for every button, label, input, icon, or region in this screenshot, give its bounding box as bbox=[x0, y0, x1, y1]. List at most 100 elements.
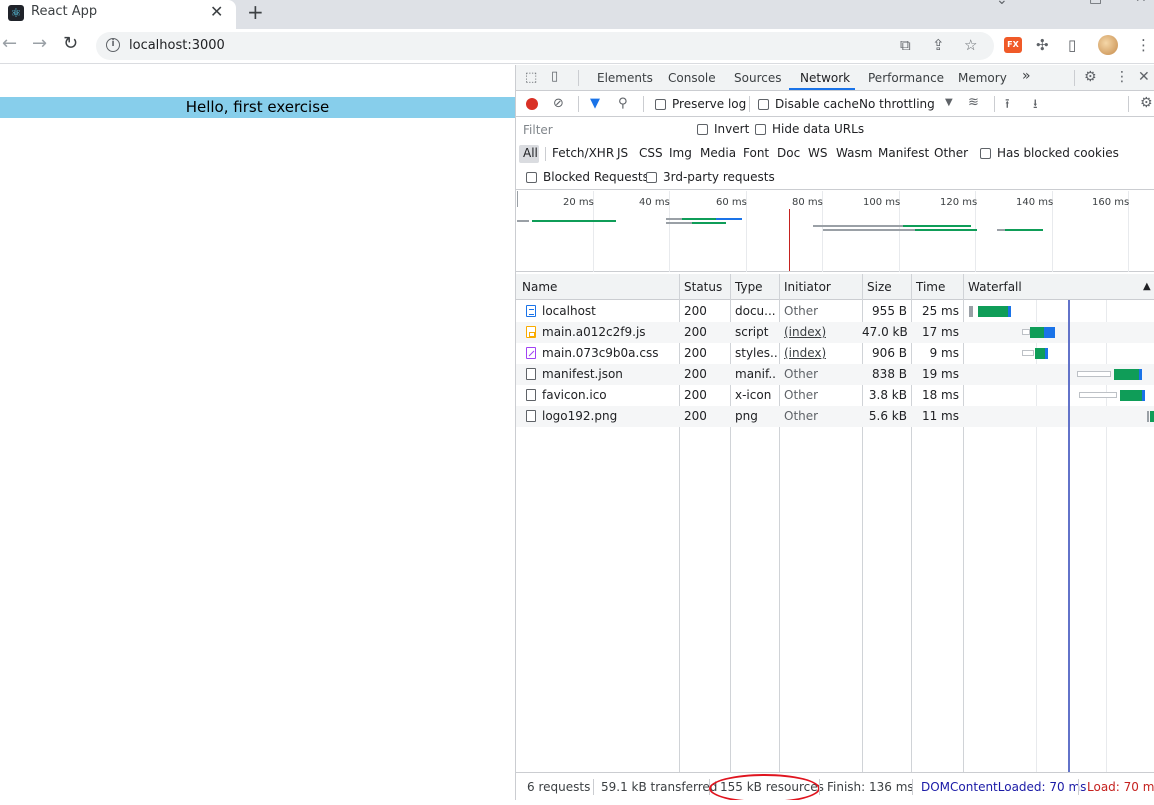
red-highlight-circle bbox=[709, 774, 820, 803]
filter-row: Filter Invert Hide data URLs bbox=[516, 118, 1154, 142]
maximize-icon[interactable]: □ bbox=[1089, 0, 1102, 6]
kebab-menu-icon[interactable]: ⋮ bbox=[1136, 36, 1151, 54]
network-settings-gear-icon[interactable]: ⚙ bbox=[1140, 95, 1153, 111]
tab-sources[interactable]: Sources bbox=[734, 71, 781, 85]
more-tabs-icon[interactable]: » bbox=[1022, 68, 1031, 84]
script-icon bbox=[526, 326, 536, 338]
domcontentloaded-time: DOMContentLoaded: 70 ms bbox=[921, 780, 1087, 794]
preserve-log-checkbox[interactable] bbox=[655, 99, 666, 110]
puzzle-icon[interactable]: ✣ bbox=[1036, 36, 1049, 54]
col-name[interactable]: Name bbox=[522, 280, 557, 294]
url-text[interactable]: localhost:3000 bbox=[129, 38, 225, 53]
cell-size: 5.6 kB bbox=[868, 409, 907, 423]
divider bbox=[912, 779, 913, 795]
type-media[interactable]: Media bbox=[700, 146, 736, 160]
cell-size: 955 B bbox=[872, 304, 907, 318]
third-party-checkbox[interactable] bbox=[646, 172, 657, 183]
tab-elements[interactable]: Elements bbox=[597, 71, 653, 85]
col-initiator[interactable]: Initiator bbox=[784, 280, 831, 294]
table-row[interactable]: logo192.png 200 png Other 5.6 kB 11 ms bbox=[516, 406, 1154, 427]
type-fetch-xhr[interactable]: Fetch/XHR bbox=[552, 146, 614, 160]
forward-arrow-icon[interactable]: → bbox=[32, 33, 47, 54]
record-icon[interactable] bbox=[526, 98, 538, 110]
extension-fx-icon[interactable]: FX bbox=[1004, 37, 1022, 53]
share-icon[interactable]: ⇪ bbox=[932, 36, 945, 54]
tab-console[interactable]: Console bbox=[668, 71, 716, 85]
invert-checkbox[interactable] bbox=[697, 124, 708, 135]
overview-bar bbox=[666, 218, 682, 220]
overview-tick: 140 ms bbox=[1016, 197, 1054, 208]
chevron-down-icon[interactable]: ▼ bbox=[945, 97, 953, 108]
search-icon[interactable]: ⚲ bbox=[618, 96, 628, 111]
cell-name: favicon.ico bbox=[542, 388, 607, 402]
device-toolbar-icon[interactable]: ▯ bbox=[551, 69, 558, 84]
col-waterfall[interactable]: Waterfall bbox=[968, 280, 1022, 294]
network-overview-timeline[interactable]: 20 ms 40 ms 60 ms 80 ms 100 ms 120 ms 14… bbox=[516, 191, 1154, 272]
cell-status: 200 bbox=[684, 325, 707, 339]
type-css[interactable]: CSS bbox=[639, 146, 663, 160]
type-all[interactable]: All bbox=[523, 146, 538, 160]
minimize-icon[interactable]: – bbox=[1042, 0, 1049, 6]
avatar[interactable] bbox=[1098, 35, 1118, 55]
col-status[interactable]: Status bbox=[684, 280, 722, 294]
col-type[interactable]: Type bbox=[735, 280, 763, 294]
network-toolbar: ⊘ ▼ ⚲ Preserve log Disable cache No thro… bbox=[516, 92, 1154, 117]
devtools-menu-icon[interactable]: ⋮ bbox=[1115, 69, 1129, 85]
blocked-requests-checkbox[interactable] bbox=[526, 172, 537, 183]
type-doc[interactable]: Doc bbox=[777, 146, 800, 160]
address-bar[interactable]: i localhost:3000 ⧉ ⇪ ☆ bbox=[96, 32, 994, 60]
file-icon bbox=[526, 368, 536, 380]
info-icon[interactable]: i bbox=[106, 38, 120, 52]
col-size[interactable]: Size bbox=[867, 280, 892, 294]
browser-tab[interactable]: ⚛ React App ✕ bbox=[0, 0, 236, 29]
divider bbox=[593, 779, 594, 795]
has-blocked-cookies-checkbox[interactable] bbox=[980, 148, 991, 159]
tab-search-icon[interactable]: ⌄ bbox=[996, 0, 1008, 8]
export-har-icon[interactable]: ⭳ bbox=[1033, 95, 1038, 117]
waterfall-wait bbox=[1022, 350, 1034, 356]
translate-icon[interactable]: ⧉ bbox=[900, 36, 911, 54]
table-row[interactable]: manifest.json 200 manif... Other 838 B 1… bbox=[516, 364, 1154, 385]
type-wasm[interactable]: Wasm bbox=[836, 146, 872, 160]
type-ws[interactable]: WS bbox=[808, 146, 827, 160]
tab-close-icon[interactable]: ✕ bbox=[210, 2, 223, 21]
col-time[interactable]: Time bbox=[916, 280, 945, 294]
filter-input[interactable]: Filter bbox=[520, 121, 682, 139]
back-arrow-icon[interactable]: ← bbox=[2, 33, 17, 54]
type-img[interactable]: Img bbox=[669, 146, 692, 160]
table-row[interactable]: main.073c9b0a.css 200 styles... (index) … bbox=[516, 343, 1154, 364]
tab-performance[interactable]: Performance bbox=[868, 71, 944, 85]
blocked-requests-label: Blocked Requests bbox=[543, 170, 649, 184]
type-font[interactable]: Font bbox=[743, 146, 769, 160]
tab-memory[interactable]: Memory bbox=[958, 71, 1007, 85]
throttling-select[interactable]: No throttling bbox=[859, 97, 935, 111]
star-icon[interactable]: ☆ bbox=[964, 36, 977, 54]
hide-data-urls-checkbox[interactable] bbox=[755, 124, 766, 135]
new-tab-button[interactable]: + bbox=[247, 0, 264, 24]
reload-icon[interactable]: ↻ bbox=[63, 33, 78, 54]
clear-icon[interactable]: ⊘ bbox=[553, 96, 564, 111]
sort-up-icon[interactable]: ▲ bbox=[1143, 281, 1151, 292]
import-har-icon[interactable]: ⭱ bbox=[1005, 95, 1010, 117]
type-js[interactable]: JS bbox=[617, 146, 628, 160]
filter-funnel-icon[interactable]: ▼ bbox=[590, 96, 600, 111]
window-close-icon[interactable]: ✕ bbox=[1135, 0, 1147, 6]
cell-time: 25 ms bbox=[921, 304, 959, 318]
sidepanel-icon[interactable]: ▯ bbox=[1068, 36, 1076, 54]
overview-bar bbox=[1005, 229, 1043, 231]
settings-gear-icon[interactable]: ⚙ bbox=[1084, 69, 1097, 85]
cell-initiator-link[interactable]: (index) bbox=[784, 346, 826, 360]
type-manifest[interactable]: Manifest bbox=[878, 146, 929, 160]
close-devtools-icon[interactable]: ✕ bbox=[1138, 69, 1150, 85]
cell-initiator-link[interactable]: (index) bbox=[784, 325, 826, 339]
load-time: Load: 70 ms bbox=[1087, 780, 1154, 794]
table-row[interactable]: favicon.ico 200 x-icon Other 3.8 kB 18 m… bbox=[516, 385, 1154, 406]
network-conditions-icon[interactable]: ≋ bbox=[968, 95, 979, 110]
type-other[interactable]: Other bbox=[934, 146, 968, 160]
table-row[interactable]: main.a012c2f9.js 200 script (index) 47.0… bbox=[516, 322, 1154, 343]
inspect-element-icon[interactable]: ⬚ bbox=[525, 70, 537, 85]
disable-cache-checkbox[interactable] bbox=[758, 99, 769, 110]
cell-status: 200 bbox=[684, 409, 707, 423]
tab-network[interactable]: Network bbox=[800, 71, 850, 85]
table-row[interactable]: localhost 200 docu... Other 955 B 25 ms bbox=[516, 301, 1154, 322]
